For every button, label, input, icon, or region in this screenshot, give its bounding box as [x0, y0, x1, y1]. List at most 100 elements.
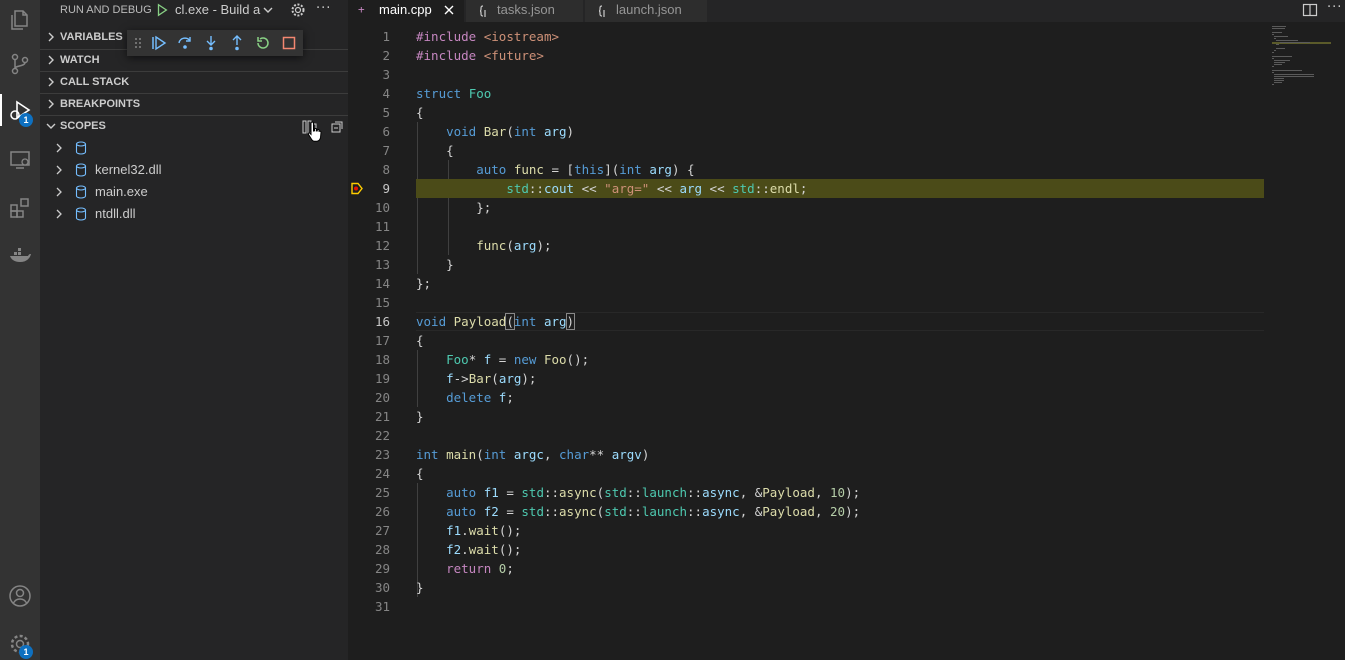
debug-badge: 1: [19, 113, 33, 127]
code-text: void Payload(int arg): [416, 313, 576, 330]
code-line: 20 delete f;: [374, 390, 514, 405]
chevron-right-icon: [56, 187, 62, 197]
source-control-activity[interactable]: [0, 44, 40, 84]
tab-label: tasks.json: [497, 2, 555, 17]
breakpoints-section[interactable]: BREAKPOINTS: [40, 93, 348, 115]
code-line: 15: [374, 295, 390, 310]
code-line: 8 auto func = [this](int arg) {: [382, 162, 695, 177]
extensions-activity[interactable]: [0, 188, 40, 228]
code-text: Foo* f = new Foo();: [446, 352, 590, 367]
debug-toolbar: [127, 30, 303, 56]
chevron-right-icon: [48, 32, 54, 42]
code-line: 31: [374, 599, 390, 614]
code-line: 17{: [374, 333, 424, 348]
explorer-activity[interactable]: [0, 0, 40, 40]
tab-label: main.cpp: [379, 2, 432, 17]
code-text: auto func = [this](int arg) {: [476, 162, 695, 177]
section-label: WATCH: [60, 54, 100, 66]
vscode-window: 1 1 RUN AND DEBUG cl.exe - Build a ··· V…: [0, 0, 1345, 660]
docker-activity[interactable]: [0, 236, 40, 276]
chevron-right-icon: [56, 143, 62, 153]
sidebar-title: RUN AND DEBUG: [60, 4, 152, 16]
code-line: 21}: [374, 409, 424, 424]
code-line-cursor: 16 void Payload(int arg): [348, 312, 1345, 331]
more-actions-icon[interactable]: ···: [1327, 0, 1342, 15]
more-actions-icon[interactable]: ···: [316, 1, 331, 16]
code-text: {: [416, 466, 424, 481]
drag-handle-icon[interactable]: [134, 37, 142, 49]
code-line: 12 func(arg);: [374, 238, 552, 253]
code-line: 4 struct Foo: [382, 86, 492, 101]
code-text: };: [416, 200, 492, 215]
step-over-icon[interactable]: [177, 35, 193, 51]
chevron-right-icon: [48, 77, 54, 87]
database-icon: [75, 207, 87, 221]
code-line: 23 int main(int argc, char** argv): [374, 447, 650, 462]
account-icon: [9, 585, 31, 607]
code-line: 2 #include <future>: [382, 48, 544, 63]
step-into-icon[interactable]: [203, 35, 219, 51]
chevron-right-icon: [56, 165, 62, 175]
step-out-icon[interactable]: [229, 35, 245, 51]
tab-bar: + main.cpp tasks.json launch.json ···: [348, 0, 1345, 22]
tree-row[interactable]: ntdll.dll: [40, 203, 348, 225]
run-debug-sidebar: RUN AND DEBUG cl.exe - Build a ··· VARIA…: [40, 0, 348, 660]
code-line: 29 return 0;: [374, 561, 514, 576]
chevron-right-icon: [56, 209, 62, 219]
tab-label: launch.json: [616, 2, 682, 17]
code-text: {: [416, 143, 454, 158]
code-text: {: [416, 333, 424, 348]
code-line: 13 }: [374, 257, 454, 272]
gear-icon[interactable]: [290, 2, 306, 18]
cpp-file-icon: +: [358, 3, 365, 16]
accounts-activity[interactable]: [0, 576, 40, 616]
code-line: 22: [374, 428, 390, 443]
extensions-icon: [10, 198, 29, 218]
code-line: 3: [382, 67, 390, 82]
database-icon: [75, 185, 87, 199]
sidebar-header: RUN AND DEBUG cl.exe - Build a ···: [40, 0, 348, 22]
tree-row[interactable]: main.exe: [40, 181, 348, 203]
files-icon: [11, 10, 28, 30]
split-editor-icon[interactable]: [1302, 2, 1318, 18]
scopes-section[interactable]: SCOPES: [40, 115, 348, 137]
activity-bar: 1 1: [0, 0, 40, 660]
remote-explorer-icon: [10, 151, 30, 169]
tree-row[interactable]: kernel32.dll: [40, 159, 348, 181]
continue-icon[interactable]: [151, 35, 167, 51]
restart-icon[interactable]: [255, 35, 271, 51]
mouse-cursor-icon: [307, 121, 322, 142]
code-text: auto f1 = std::async(std::launch::async,…: [446, 485, 861, 500]
play-icon: [157, 3, 168, 17]
tab-main-cpp[interactable]: + main.cpp: [348, 0, 465, 22]
settings-badge: 1: [19, 645, 33, 659]
code-text: };: [416, 276, 432, 291]
section-label: CALL STACK: [60, 76, 130, 88]
code-text: }: [416, 409, 424, 424]
call-stack-section[interactable]: CALL STACK: [40, 71, 348, 93]
chevron-down-icon: [46, 123, 56, 129]
start-debugging-button[interactable]: [153, 1, 171, 19]
chevron-down-icon[interactable]: [262, 3, 274, 17]
database-icon: [75, 141, 87, 155]
code-text: auto f2 = std::async(std::launch::async,…: [446, 504, 861, 519]
code-line: 5{: [382, 105, 424, 120]
tab-launch-json[interactable]: launch.json: [585, 0, 708, 22]
code-line: 25 auto f1 = std::async(std::launch::asy…: [374, 485, 861, 500]
code-editor[interactable]: 1 #include <iostream> 2 #include <future> …: [348, 27, 1345, 660]
remote-explorer-activity[interactable]: [0, 140, 40, 180]
code-line: 28 f2.wait();: [374, 542, 522, 557]
chevron-right-icon: [48, 55, 54, 65]
stop-icon[interactable]: [281, 35, 297, 51]
code-line: 1 #include <iostream>: [382, 29, 560, 44]
editor-area: + main.cpp tasks.json launch.json ··· 1 …: [348, 0, 1345, 660]
tab-tasks-json[interactable]: tasks.json: [466, 0, 584, 22]
section-label: BREAKPOINTS: [60, 98, 141, 110]
debug-config-select[interactable]: cl.exe - Build a: [175, 2, 260, 17]
code-line: 10 };: [374, 200, 492, 215]
code-line: 18 Foo* f = new Foo();: [374, 352, 590, 367]
close-icon[interactable]: [442, 3, 456, 17]
code-line: 30}: [374, 580, 424, 595]
section-label: VARIABLES: [60, 31, 123, 43]
tree-row[interactable]: [40, 137, 348, 159]
